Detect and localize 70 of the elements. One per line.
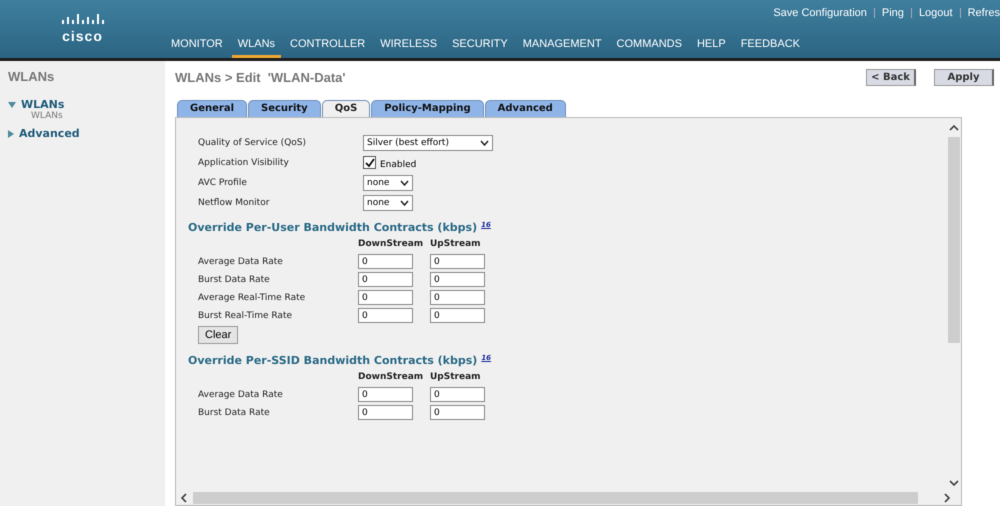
row-label: Burst Data Rate bbox=[198, 274, 271, 284]
field-label: Application Visibility bbox=[198, 158, 290, 168]
row-label: Average Data Rate bbox=[198, 390, 284, 400]
rate-input-field[interactable]: 0 bbox=[430, 308, 485, 323]
field-label: Quality of Service (QoS) bbox=[198, 138, 308, 148]
nav-menu-item[interactable]: MANAGEMENT bbox=[516, 38, 608, 58]
chevron-down-icon bbox=[480, 140, 489, 146]
nav-menu-item[interactable]: COMMANDS bbox=[610, 38, 688, 58]
dropdown[interactable]: none bbox=[363, 194, 413, 210]
column-header: UpStream bbox=[430, 372, 482, 382]
tab[interactable]: QoS bbox=[322, 100, 370, 117]
section-heading: Override Per-User Bandwidth Contracts (kbps) bbox=[188, 221, 478, 234]
rate-input-field[interactable]: 0 bbox=[358, 290, 413, 305]
rate-input-field[interactable]: 0 bbox=[358, 308, 413, 323]
sidebar-item[interactable]: WLANs bbox=[21, 98, 64, 111]
row-label: Average Real-Time Rate bbox=[198, 292, 306, 302]
nav-menu-item[interactable]: FEEDBACK bbox=[734, 38, 806, 58]
page-title: WLANs > Edit 'WLAN-Data' bbox=[175, 70, 346, 85]
logo-text: cisco bbox=[62, 28, 103, 44]
row-label: Burst Data Rate bbox=[198, 408, 271, 418]
checkbox[interactable] bbox=[363, 156, 376, 169]
nav-menu-item[interactable]: WIRELESS bbox=[374, 38, 444, 58]
row-label: Average Data Rate bbox=[198, 256, 284, 266]
field-label: AVC Profile bbox=[198, 178, 248, 188]
rate-input-field[interactable]: 0 bbox=[430, 405, 485, 420]
rate-input-field[interactable]: 0 bbox=[430, 272, 485, 287]
header-link[interactable]: Refres bbox=[968, 7, 1000, 19]
expanded-triangle-icon[interactable] bbox=[8, 102, 16, 108]
rate-input-field[interactable]: 0 bbox=[358, 387, 413, 402]
collapsed-triangle-icon[interactable] bbox=[8, 130, 14, 138]
rate-input-field[interactable]: 0 bbox=[430, 290, 485, 305]
header-link[interactable]: Logout bbox=[918, 7, 953, 19]
chevron-down-icon bbox=[400, 180, 409, 186]
page-action-button[interactable]: < Back bbox=[866, 69, 916, 86]
rate-input-field[interactable]: 0 bbox=[358, 405, 413, 420]
sidebar-title: WLANs bbox=[8, 69, 56, 84]
page-action-button[interactable]: Apply bbox=[934, 69, 994, 86]
scroll-right-icon[interactable] bbox=[944, 493, 951, 503]
row-label: Burst Real-Time Rate bbox=[198, 310, 294, 320]
column-header: DownStream bbox=[358, 239, 424, 249]
rate-input-field[interactable]: 0 bbox=[358, 254, 413, 269]
rate-input-field[interactable]: 0 bbox=[430, 254, 485, 269]
checkbox-label: Enabled bbox=[380, 160, 416, 170]
column-header: DownStream bbox=[358, 372, 424, 382]
nav-menu-item[interactable]: SECURITY bbox=[446, 38, 514, 58]
header-link[interactable]: Save Configuration bbox=[773, 7, 867, 19]
header-link[interactable]: Ping bbox=[882, 7, 904, 19]
chevron-down-icon bbox=[400, 200, 409, 206]
field-label: Netflow Monitor bbox=[198, 198, 270, 208]
rate-input-field[interactable]: 0 bbox=[358, 272, 413, 287]
cisco-logo-icon bbox=[60, 14, 104, 26]
scroll-left-icon[interactable] bbox=[180, 493, 187, 503]
nav-menu-item[interactable]: HELP bbox=[690, 38, 732, 58]
nav-menu-item[interactable]: MONITOR bbox=[165, 38, 229, 58]
tab[interactable]: Advanced bbox=[484, 100, 566, 117]
clear-button[interactable]: Clear bbox=[198, 326, 238, 344]
nav-menu-item[interactable]: WLANs bbox=[232, 38, 282, 58]
column-header: UpStream bbox=[430, 239, 482, 249]
rate-input-field[interactable]: 0 bbox=[430, 387, 485, 402]
dropdown[interactable]: none bbox=[363, 174, 413, 190]
nav-menu-item[interactable]: CONTROLLER bbox=[284, 38, 372, 58]
dropdown[interactable]: Silver (best effort) bbox=[363, 134, 493, 150]
section-heading: Override Per-SSID Bandwidth Contracts (kbps) bbox=[188, 354, 478, 367]
tab[interactable]: Policy-Mapping bbox=[371, 100, 484, 117]
scroll-down-icon[interactable] bbox=[949, 480, 959, 487]
sidebar-subitem[interactable]: WLANs bbox=[8, 111, 165, 121]
scroll-up-icon[interactable] bbox=[949, 124, 959, 131]
tab[interactable]: Security bbox=[248, 100, 321, 117]
tab[interactable]: General bbox=[177, 100, 247, 117]
sidebar-item[interactable]: Advanced bbox=[19, 127, 80, 140]
